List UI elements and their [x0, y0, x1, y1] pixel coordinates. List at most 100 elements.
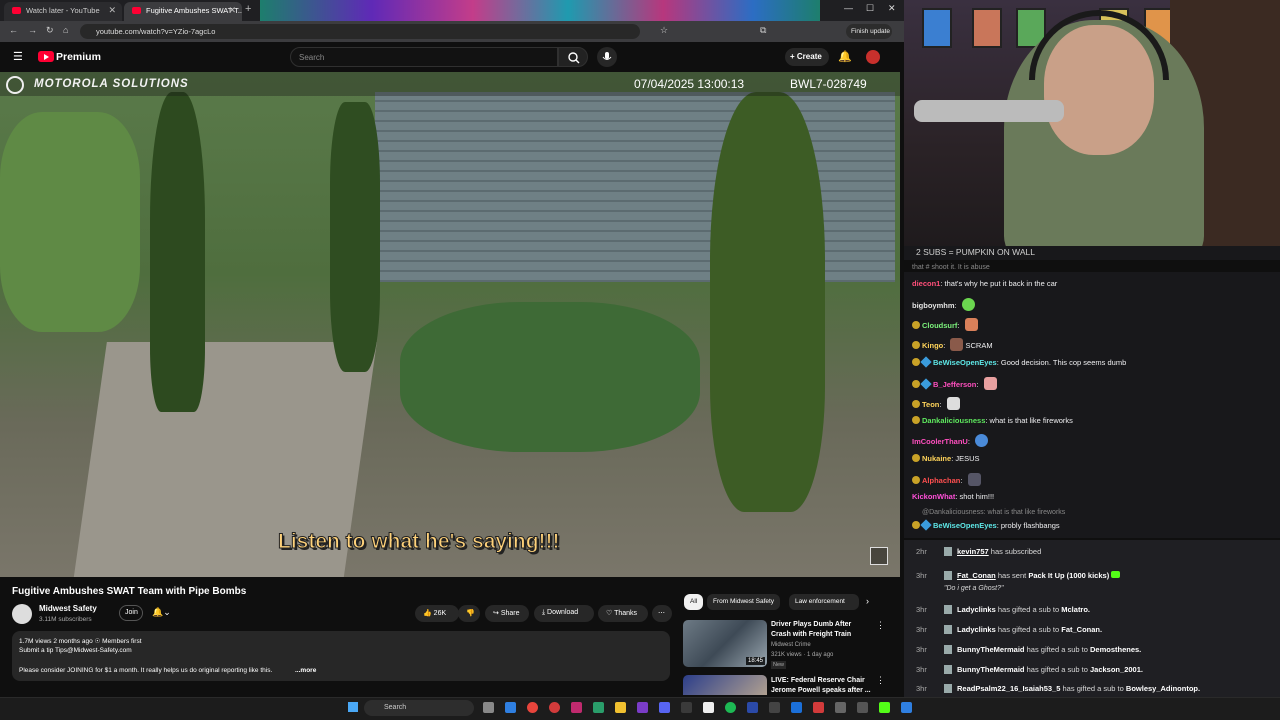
finish-update-button[interactable]: Finish update: [846, 24, 892, 39]
event-user[interactable]: Ladyclinks: [957, 625, 996, 634]
app-icon[interactable]: [637, 702, 648, 713]
app-icon[interactable]: [571, 702, 582, 713]
rec-title[interactable]: Driver Plays Dumb After Crash with Freig…: [771, 620, 871, 640]
app-icon[interactable]: [813, 702, 824, 713]
chat-username[interactable]: Cloudsurf: [922, 321, 957, 330]
subscription-bell-icon[interactable]: 🔔⌄: [152, 607, 171, 618]
kick-icon: [944, 645, 952, 654]
chips-next-icon[interactable]: ›: [866, 596, 869, 606]
reload-icon[interactable]: ↻: [46, 25, 54, 36]
search-input[interactable]: Search: [290, 47, 558, 67]
chat-username[interactable]: BeWiseOpenEyes: [933, 521, 997, 530]
event-user[interactable]: kevin757: [957, 547, 989, 556]
chat-message: Dankaliciousness: what is that like fire…: [912, 416, 1073, 425]
home-icon[interactable]: ⌂: [63, 25, 68, 35]
chat-username[interactable]: BeWiseOpenEyes: [933, 358, 997, 367]
chat-username[interactable]: B_Jefferson: [933, 380, 976, 389]
chat-username[interactable]: Dankaliciousness: [922, 416, 985, 425]
rec-menu-icon[interactable]: ⋮: [876, 620, 885, 631]
event-target[interactable]: Mclatro.: [1061, 605, 1090, 614]
event-target[interactable]: Jackson_2001.: [1090, 665, 1143, 674]
tab-watch-later[interactable]: Watch later - YouTube ✕: [4, 2, 122, 21]
share-button[interactable]: ↪ Share: [485, 605, 529, 622]
app-icon[interactable]: [703, 702, 714, 713]
app-icon[interactable]: [791, 702, 802, 713]
chrome-profile-icon[interactable]: [549, 702, 560, 713]
channel-watermark-icon[interactable]: [870, 547, 888, 565]
discord-icon[interactable]: [659, 702, 670, 713]
youtube-logo-icon[interactable]: [38, 51, 54, 62]
dislike-button[interactable]: 👎: [458, 605, 480, 622]
event-user[interactable]: Ladyclinks: [957, 605, 996, 614]
kick-app-icon[interactable]: [879, 702, 890, 713]
chat-username[interactable]: Alphachan: [922, 476, 960, 485]
app-icon[interactable]: [769, 702, 780, 713]
tab-fugitive-video[interactable]: Fugitive Ambushes SWAT T... ✕: [124, 2, 242, 21]
account-avatar[interactable]: [866, 50, 880, 64]
youtube-premium-label[interactable]: Premium: [56, 51, 101, 63]
event-user[interactable]: Fat_Conan: [957, 571, 996, 580]
channel-avatar[interactable]: [12, 604, 32, 624]
chip-from-channel[interactable]: From Midwest Safety: [707, 594, 781, 610]
video-player[interactable]: MOTOROLA SOLUTIONS 07/04/2025 13:00:13 B…: [0, 72, 900, 577]
app-icon[interactable]: [681, 702, 692, 713]
forward-icon[interactable]: →: [28, 25, 37, 35]
event-target[interactable]: Fat_Conan.: [1061, 625, 1102, 634]
event-user[interactable]: BunnyTheMermaid: [957, 645, 1025, 654]
app-icon[interactable]: [593, 702, 604, 713]
chip-all[interactable]: All: [684, 594, 704, 610]
app-icon[interactable]: [901, 702, 912, 713]
event-target[interactable]: Bowlesy_Adinontop.: [1126, 684, 1200, 693]
spotify-icon[interactable]: [725, 702, 736, 713]
task-view-icon[interactable]: [483, 702, 494, 713]
chrome-icon[interactable]: [527, 702, 538, 713]
file-explorer-icon[interactable]: [615, 702, 626, 713]
more-actions-button[interactable]: ⋯: [652, 605, 672, 622]
video-ivy-tree: [710, 92, 825, 512]
close-tab-icon[interactable]: ✕: [108, 5, 116, 16]
menu-icon[interactable]: ☰: [13, 50, 23, 63]
join-button[interactable]: Join: [119, 605, 143, 621]
event-user[interactable]: ReadPsalm22_16_Isaiah53_5: [957, 684, 1060, 693]
windows-start-icon[interactable]: [348, 702, 358, 712]
thanks-button[interactable]: ♡ Thanks: [598, 605, 648, 622]
chat-username[interactable]: Teon: [922, 400, 939, 409]
event-text: has gifted a sub to: [1026, 665, 1088, 674]
close-window-button[interactable]: ✕: [888, 3, 896, 14]
create-button[interactable]: + Create: [785, 48, 829, 66]
rec-thumbnail[interactable]: [683, 675, 767, 695]
bookmark-star-icon[interactable]: ☆: [660, 25, 668, 36]
download-button[interactable]: ⤓ Download: [534, 605, 594, 622]
rec-channel[interactable]: Midwest Crime: [771, 642, 811, 648]
notifications-bell-icon[interactable]: 🔔: [838, 50, 852, 63]
description-more-link[interactable]: ...more: [295, 667, 316, 674]
chat-username[interactable]: Kingo: [922, 341, 943, 350]
app-icon[interactable]: [835, 702, 846, 713]
edge-icon[interactable]: [505, 702, 516, 713]
extensions-icon[interactable]: ⧉: [760, 25, 766, 36]
close-tab-icon[interactable]: ✕: [228, 5, 236, 16]
event-target[interactable]: Demosthenes.: [1090, 645, 1141, 654]
search-button[interactable]: [558, 47, 588, 67]
channel-name[interactable]: Midwest Safety: [39, 604, 97, 613]
chat-username[interactable]: bigboymhm: [912, 301, 955, 310]
event-user[interactable]: BunnyTheMermaid: [957, 665, 1025, 674]
new-tab-button[interactable]: +: [245, 3, 251, 15]
url-input[interactable]: youtube.com/watch?v=YZio-7agcLo: [80, 24, 640, 39]
emote-icon: [946, 397, 960, 410]
voice-search-button[interactable]: [597, 47, 617, 67]
rec-title[interactable]: LIVE: Federal Reserve Chair Jerome Powel…: [771, 676, 871, 696]
chat-username[interactable]: diecon1: [912, 279, 940, 288]
taskbar-search[interactable]: Search: [364, 700, 474, 716]
back-icon[interactable]: ←: [9, 25, 18, 35]
minimize-button[interactable]: —: [844, 3, 853, 13]
chat-username[interactable]: Nukaine: [922, 454, 951, 463]
maximize-button[interactable]: ☐: [866, 3, 874, 14]
chip-law-enforcement[interactable]: Law enforcement: [789, 594, 859, 610]
rec-menu-icon[interactable]: ⋮: [876, 675, 885, 686]
like-button[interactable]: 👍 26K: [415, 605, 459, 622]
app-icon[interactable]: [747, 702, 758, 713]
app-icon[interactable]: [857, 702, 868, 713]
chat-username[interactable]: ImCoolerThanU: [912, 437, 968, 446]
chat-username[interactable]: KickonWhat: [912, 492, 955, 501]
